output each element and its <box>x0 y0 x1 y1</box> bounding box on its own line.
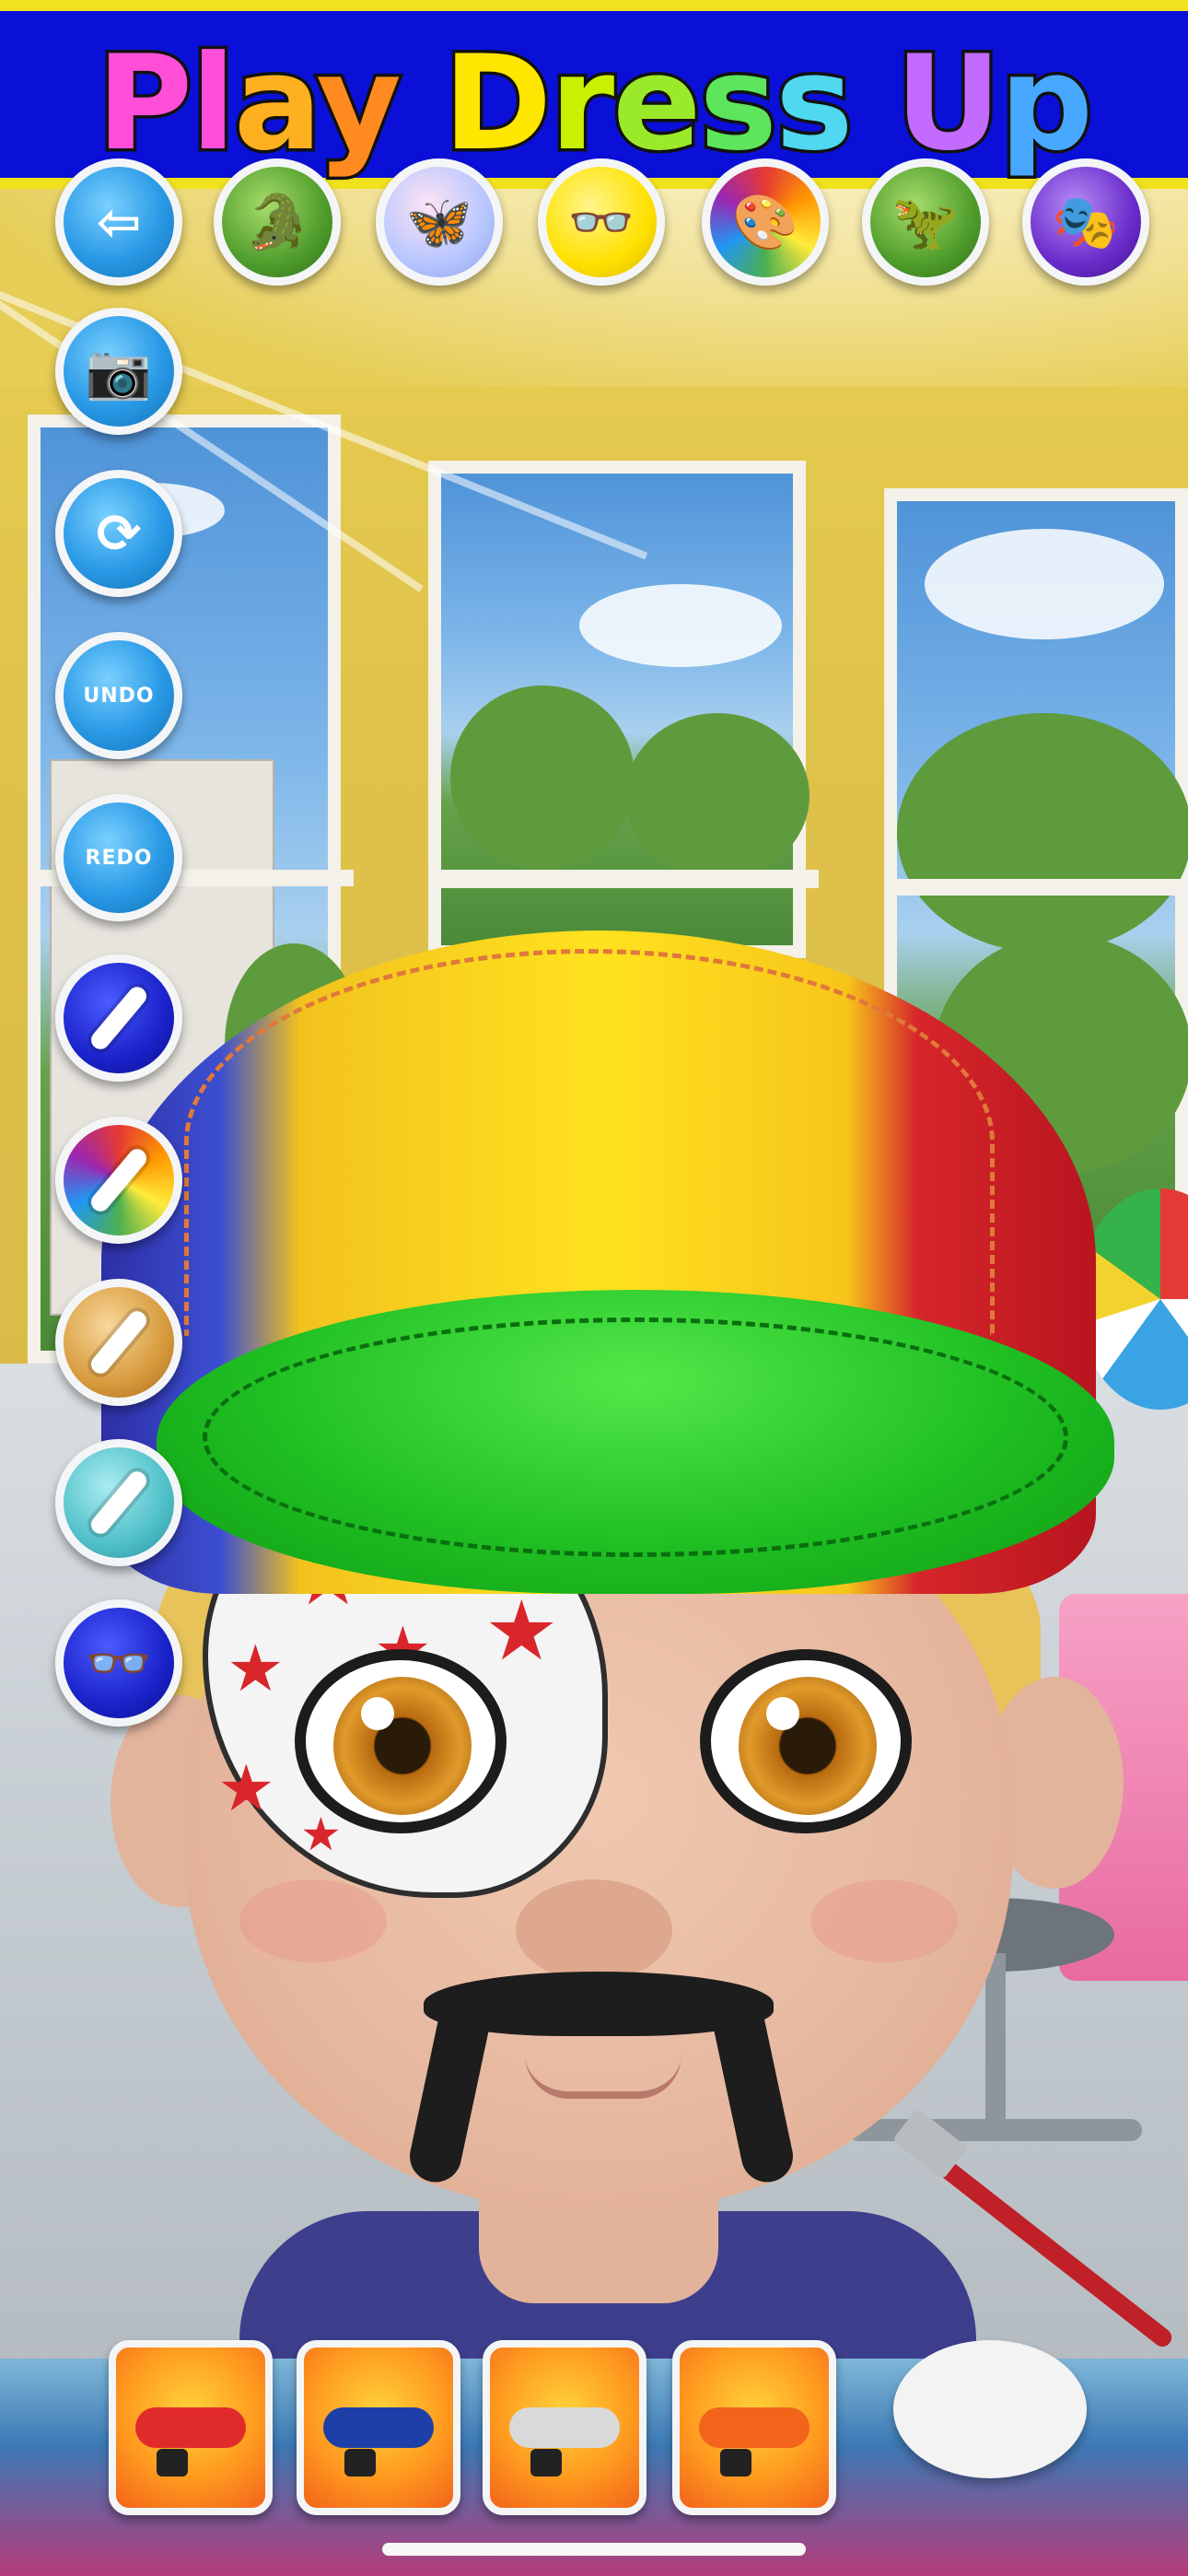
title-letter: P <box>94 25 196 183</box>
character-cheek <box>810 1879 958 1962</box>
title-letter <box>852 28 895 180</box>
title-letter: p <box>996 25 1097 183</box>
paintbrush-icon <box>87 983 151 1053</box>
face-paint-option-4[interactable] <box>672 2340 836 2515</box>
paint-palette-icon: 🎨 <box>731 191 799 253</box>
face-paint-mask-icon <box>509 2407 620 2448</box>
face-paint-mask-icon <box>323 2407 434 2448</box>
title-letter: l <box>188 25 239 183</box>
home-indicator[interactable] <box>382 2543 806 2556</box>
title-letter: s <box>773 25 856 183</box>
undo-button[interactable]: UNDO <box>55 632 182 759</box>
star-icon: ★ <box>300 1808 342 1861</box>
star-icon: ★ <box>484 1583 559 1680</box>
window-center <box>428 461 819 958</box>
category-mask-button[interactable]: 🎭 <box>1022 158 1149 286</box>
title-letter: y <box>313 25 405 183</box>
reset-button[interactable]: ⟳ <box>55 470 182 597</box>
character-mouth <box>525 2055 681 2099</box>
title-letter <box>400 28 443 180</box>
character-cheek <box>239 1879 387 1962</box>
star-icon: ★ <box>227 1631 285 1706</box>
face-paint-option-3[interactable] <box>483 2340 646 2515</box>
redo-arrow-icon: REDO <box>85 846 153 870</box>
back-button[interactable]: ⇦ <box>55 158 182 286</box>
arrow-left-icon: ⇦ <box>96 191 142 253</box>
title-letter: U <box>891 25 1004 183</box>
brush-blue-button[interactable] <box>55 954 182 1082</box>
face-paint-option-1[interactable] <box>109 2340 273 2515</box>
character-right-eye <box>700 1649 912 1833</box>
title-letter: a <box>230 25 321 183</box>
mustache-icon <box>720 2449 751 2476</box>
brush-gold-glitter-button[interactable] <box>55 1279 182 1406</box>
camera-button[interactable]: 📷 <box>55 308 182 435</box>
title-letter: r <box>547 25 618 183</box>
star-icon: ★ <box>217 1751 275 1826</box>
brim-stitching <box>203 1317 1068 1557</box>
dinosaur-icon: 🦖 <box>891 191 960 253</box>
character-nose <box>516 1879 672 1981</box>
mustache-icon <box>344 2449 376 2476</box>
cap-stitching <box>184 949 995 1336</box>
crocodile-icon: 🐊 <box>243 191 311 253</box>
paintbrush-icon <box>87 1468 151 1538</box>
paintbrush-icon <box>87 1145 151 1215</box>
category-crocodile-button[interactable]: 🐊 <box>214 158 341 286</box>
face-paint-option-2[interactable] <box>297 2340 460 2515</box>
category-glasses-button[interactable]: 👓 <box>538 158 665 286</box>
face-paint-mask-icon <box>135 2407 246 2448</box>
category-butterfly-button[interactable]: 🦋 <box>376 158 503 286</box>
category-dinosaur-button[interactable]: 🦖 <box>862 158 989 286</box>
brush-teal-glitter-button[interactable] <box>55 1439 182 1566</box>
app-title: Play Dress Up <box>0 25 1188 183</box>
refresh-icon: ⟳ <box>96 502 142 565</box>
mask-icon: 🎭 <box>1052 191 1120 253</box>
glasses-icon: 👓 <box>85 1632 153 1694</box>
stool-leg <box>985 1953 1006 2137</box>
undo-arrow-icon: UNDO <box>83 684 155 708</box>
category-palette-button[interactable]: 🎨 <box>702 158 829 286</box>
mustache-icon <box>530 2449 562 2476</box>
face-paint-mask-icon <box>699 2407 809 2448</box>
stool-base <box>847 2119 1142 2141</box>
glasses-button[interactable]: 👓 <box>55 1599 182 1727</box>
redo-button[interactable]: REDO <box>55 794 182 921</box>
character-left-eye <box>295 1649 507 1833</box>
butterfly-icon: 🦋 <box>405 191 473 253</box>
title-letter: D <box>440 25 555 183</box>
title-letter: e <box>610 25 705 183</box>
mustache-icon <box>157 2449 188 2476</box>
glasses-icon: 👓 <box>567 191 635 253</box>
camera-icon: 📷 <box>85 340 153 403</box>
paintbrush-icon <box>87 1307 151 1377</box>
brush-rainbow-button[interactable] <box>55 1117 182 1244</box>
paint-palette-dish <box>893 2340 1087 2478</box>
title-letter: s <box>696 25 780 183</box>
